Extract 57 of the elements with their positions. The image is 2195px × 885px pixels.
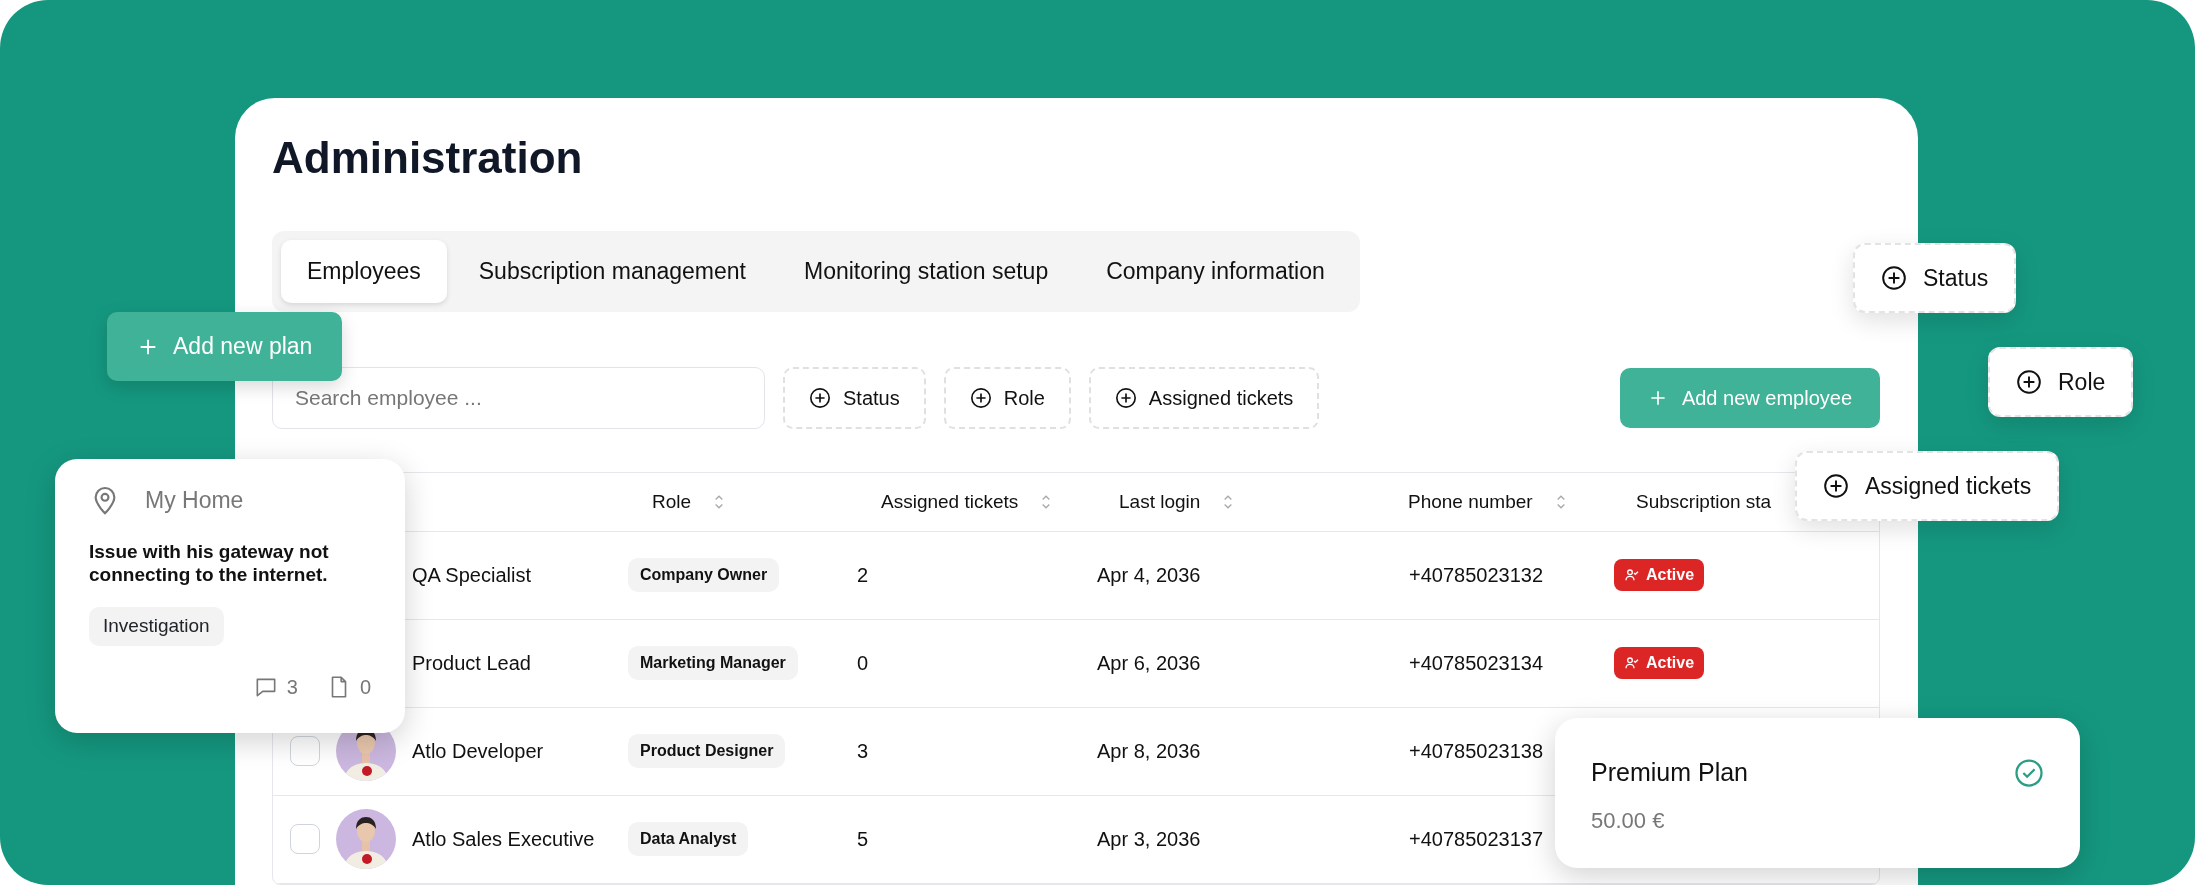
plus-circle-icon xyxy=(969,387,992,409)
plus-circle-icon xyxy=(1114,387,1137,409)
employee-name: QA Specialist xyxy=(412,563,531,588)
filter-button[interactable]: Status xyxy=(1853,243,2017,313)
plus-circle-icon xyxy=(1881,265,1907,291)
filter-button[interactable]: Role xyxy=(943,367,1071,429)
plus-circle-icon xyxy=(1823,473,1849,499)
filter-button[interactable]: Role xyxy=(1988,347,2134,417)
ticket-description: Issue with his gateway not connecting to the internet. xyxy=(89,539,330,587)
last-login-date: Apr 4, 2036 xyxy=(1097,564,1201,586)
search-field[interactable]: Search employee ... xyxy=(272,367,765,429)
status-badge: Active xyxy=(1614,559,1705,591)
filter-button[interactable]: Assigned tickets xyxy=(1795,451,2060,521)
role-tag: Company Owner xyxy=(628,558,780,592)
phone-number: +40785023138 xyxy=(1409,740,1544,762)
user-check-icon xyxy=(1624,655,1640,671)
tab[interactable]: Employees xyxy=(281,240,447,303)
file-count: 0 xyxy=(359,674,371,700)
comment-count: 3 xyxy=(286,674,298,700)
status-badge: Active xyxy=(1614,647,1705,679)
ticket-tag: Investigation xyxy=(89,607,224,646)
tab[interactable]: Monitoring station setup xyxy=(778,240,1075,303)
tab[interactable]: Company information xyxy=(1080,240,1351,303)
column-header[interactable]: Subscription sta xyxy=(1636,487,1772,516)
phone-number: +40785023132 xyxy=(1409,564,1544,586)
last-login-date: Apr 3, 2036 xyxy=(1097,828,1201,850)
user-check-icon xyxy=(1624,567,1640,583)
plan-price: 50.00 € xyxy=(1591,806,1666,835)
column-header[interactable]: Phone number xyxy=(1408,487,1533,516)
page-title: Administration xyxy=(272,132,584,184)
role-tag: Marketing Manager xyxy=(628,646,798,680)
ticket-count: 0 xyxy=(857,652,869,674)
plan-card[interactable]: Premium Plan 50.00 € xyxy=(1555,718,2080,868)
plan-name: Premium Plan xyxy=(1591,757,1748,788)
ticket-count: 3 xyxy=(857,740,869,762)
tab[interactable]: Subscription management xyxy=(452,240,772,303)
role-tag: Data Analyst xyxy=(628,822,749,856)
row-checkbox[interactable] xyxy=(290,736,320,766)
last-login-date: Apr 6, 2036 xyxy=(1097,652,1201,674)
employee-name: Atlo Sales Executive xyxy=(412,827,595,852)
ticket-count: 5 xyxy=(857,828,869,850)
column-header[interactable]: Last login xyxy=(1119,487,1201,516)
plus-circle-icon xyxy=(2016,369,2042,395)
filter-button[interactable]: Status xyxy=(783,367,926,429)
row-checkbox[interactable] xyxy=(290,824,320,854)
column-header[interactable]: Role xyxy=(652,487,692,516)
phone-number: +40785023134 xyxy=(1409,652,1544,674)
location-label: My Home xyxy=(145,486,244,515)
last-login-date: Apr 8, 2036 xyxy=(1097,740,1201,762)
employee-name: Product Lead xyxy=(412,651,531,676)
column-header[interactable]: Assigned tickets xyxy=(881,487,1019,516)
phone-number: +40785023137 xyxy=(1409,828,1544,850)
plus-circle-icon xyxy=(809,387,831,409)
ticket-count: 2 xyxy=(857,564,869,586)
filter-button[interactable]: Assigned tickets xyxy=(1088,367,1320,429)
employee-name: Atlo Developer xyxy=(412,739,544,764)
role-tag: Product Designer xyxy=(628,734,786,768)
